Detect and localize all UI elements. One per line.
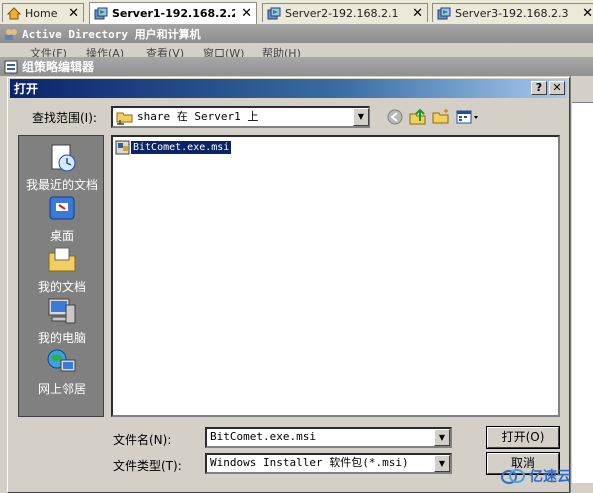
tab-server1[interactable]: Server1-192.168.2.2 ✕	[89, 2, 257, 24]
ad-users-icon	[5, 28, 17, 40]
home-icon	[7, 6, 21, 19]
vm-icon	[267, 7, 281, 19]
menu-help[interactable]: 帮助(H)	[262, 45, 301, 57]
network-places-icon	[47, 349, 76, 372]
back-button[interactable]	[385, 107, 405, 127]
view-menu-icon	[456, 110, 478, 124]
look-in-dropdown-button[interactable]: ▼	[353, 108, 369, 126]
tab-server3[interactable]: Server3-192.168.2.3 ✕	[432, 3, 593, 22]
gpo-editor-titlebar: 组策略编辑器	[0, 57, 593, 76]
menu-action[interactable]: 操作(A)	[86, 45, 124, 57]
filetype-label: 文件类型(T):	[113, 459, 182, 473]
ad-menu-bar: 文件(F) 操作(A) 查看(V) 窗口(W) 帮助(H)	[0, 43, 593, 57]
list-item[interactable]: BitComet.exe.msi	[115, 139, 232, 155]
file-list[interactable]: BitComet.exe.msi	[111, 135, 560, 417]
view-menu-button[interactable]	[455, 107, 481, 127]
gpo-editor-icon	[4, 60, 18, 73]
recent-documents-icon	[51, 144, 76, 172]
my-documents-icon	[48, 247, 76, 272]
places-bar: 我最近的文档 桌面 我的文档 我的电脑 网上邻居	[18, 135, 104, 417]
watermark-logo-icon	[501, 469, 525, 484]
close-tab-icon[interactable]: ✕	[412, 6, 423, 21]
filename-label: 文件名(N):	[113, 433, 172, 447]
gpo-editor-title: 组策略编辑器	[22, 60, 95, 74]
file-name: BitComet.exe.msi	[131, 140, 232, 154]
new-folder-icon	[432, 109, 449, 124]
vmware-tab-bar: Home ✕ Server1-192.168.2.2 ✕ Server2-192…	[0, 0, 593, 25]
background-window-edge	[570, 76, 593, 493]
up-folder-button[interactable]	[408, 107, 428, 127]
help-button[interactable]: ?	[531, 81, 547, 95]
dialog-titlebar: 打开	[10, 79, 567, 98]
places-item-my-documents[interactable]: 我的文档	[19, 244, 105, 295]
up-folder-icon	[409, 108, 426, 125]
ad-window-titlebar: Active Directory 用户和计算机	[0, 24, 593, 43]
back-arrow-icon	[387, 109, 403, 125]
menu-file[interactable]: 文件(F)	[30, 45, 67, 57]
desktop-icon	[49, 196, 75, 220]
places-item-network[interactable]: 网上邻居	[19, 346, 105, 397]
filename-dropdown-button[interactable]: ▼	[434, 429, 450, 446]
vm-icon	[437, 7, 451, 19]
filetype-select[interactable]: Windows Installer 软件包(*.msi)	[205, 453, 452, 474]
close-tab-icon[interactable]: ✕	[68, 6, 79, 21]
open-button[interactable]: 打开(O)	[486, 426, 560, 449]
vm-icon	[94, 7, 108, 20]
look-in-combo[interactable]: share 在 Server1 上	[111, 106, 370, 128]
new-folder-button[interactable]	[431, 107, 451, 127]
network-share-icon	[116, 112, 133, 125]
watermark: 亿速云	[500, 466, 571, 486]
msi-file-icon	[115, 140, 130, 155]
dialog-title: 打开	[14, 82, 39, 96]
filetype-dropdown-button[interactable]: ▼	[434, 455, 450, 472]
close-tab-icon[interactable]: ✕	[241, 6, 252, 21]
tab-server2[interactable]: Server2-192.168.2.1 ✕	[262, 3, 428, 22]
tab-home[interactable]: Home ✕	[2, 3, 84, 22]
menu-view[interactable]: 查看(V)	[146, 45, 184, 57]
places-item-my-computer[interactable]: 我的电脑	[19, 295, 105, 346]
places-item-desktop[interactable]: 桌面	[19, 193, 105, 244]
close-tab-icon[interactable]: ✕	[582, 6, 593, 21]
my-computer-icon	[48, 298, 76, 324]
places-item-recent[interactable]: 我最近的文档	[19, 142, 105, 193]
filename-input[interactable]: BitComet.exe.msi	[205, 427, 452, 448]
ad-window-title: Active Directory 用户和计算机	[22, 27, 201, 41]
close-button[interactable]: ✕	[549, 81, 565, 95]
look-in-label: 查找范围(I):	[32, 111, 97, 125]
menu-window[interactable]: 窗口(W)	[203, 45, 244, 57]
